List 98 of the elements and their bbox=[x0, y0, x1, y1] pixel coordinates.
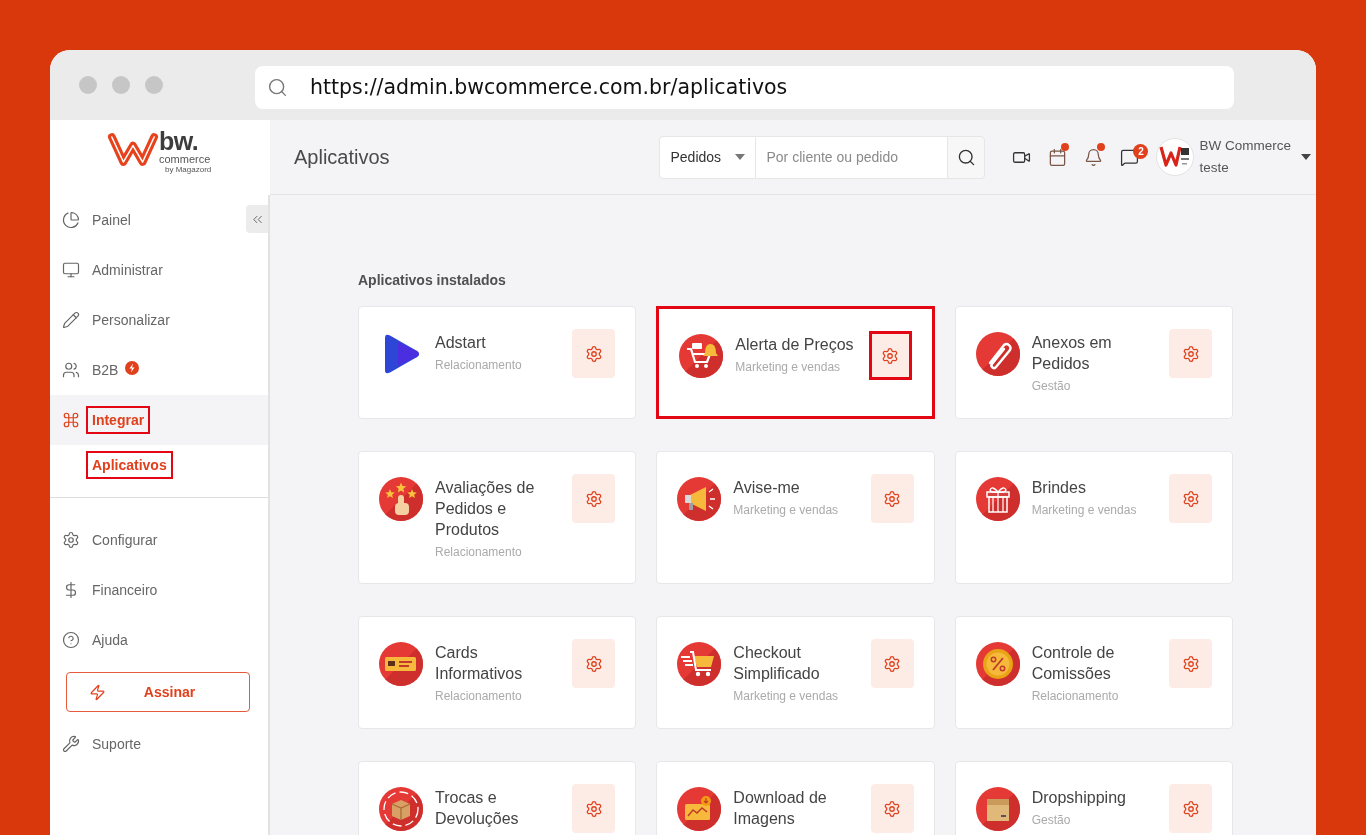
lightning-icon bbox=[89, 683, 106, 701]
paperclip-icon bbox=[975, 332, 1020, 376]
monitor-icon bbox=[62, 261, 80, 279]
settings-icon bbox=[1181, 344, 1200, 363]
user-menu-button[interactable]: BW Commerce teste bbox=[1156, 135, 1311, 179]
search-icon bbox=[957, 147, 976, 167]
sidebar-item[interactable]: Personalizar bbox=[50, 295, 268, 345]
app-category: Marketing e vendas bbox=[1031, 502, 1138, 519]
cart-icon bbox=[677, 642, 722, 686]
percent-coin-icon bbox=[975, 642, 1020, 686]
pie-chart-icon bbox=[62, 211, 80, 229]
app-category: Relacionamento bbox=[435, 544, 523, 561]
sidebar-item[interactable]: B2B bbox=[50, 345, 268, 395]
calendar-icon[interactable] bbox=[1048, 147, 1067, 167]
cart-bell-icon bbox=[679, 334, 724, 378]
settings-button[interactable] bbox=[870, 474, 914, 523]
sidebar-item[interactable]: Suporte bbox=[50, 719, 268, 769]
app-name: Dropshipping bbox=[1031, 788, 1127, 808]
app-name: Adstart bbox=[435, 333, 487, 353]
logo-byline: by Magazord bbox=[165, 165, 212, 175]
app-name: Avaliações de Pedidos e Produtos bbox=[435, 478, 536, 540]
settings-button[interactable] bbox=[572, 639, 616, 688]
settings-icon bbox=[881, 346, 900, 365]
settings-button[interactable] bbox=[1169, 329, 1212, 378]
card-icon bbox=[379, 642, 423, 686]
app-category: Relacionamento bbox=[1031, 688, 1120, 705]
box-icon bbox=[975, 787, 1020, 831]
users-icon bbox=[62, 361, 80, 379]
settings-icon bbox=[1181, 654, 1200, 673]
scope-select[interactable]: Pedidos bbox=[659, 135, 757, 179]
wrench-icon bbox=[62, 735, 80, 753]
settings-button[interactable] bbox=[572, 329, 616, 378]
section-title: Aplicativos instalados bbox=[358, 271, 507, 290]
app-name: Controle de Comissões bbox=[1031, 643, 1116, 684]
help-icon bbox=[62, 631, 80, 649]
settings-button[interactable] bbox=[572, 784, 616, 833]
gift-icon bbox=[975, 477, 1020, 521]
picture-icon bbox=[677, 787, 722, 831]
app-name: Brindes bbox=[1031, 478, 1087, 498]
settings-icon bbox=[883, 654, 902, 673]
sidebar-item[interactable]: Painel bbox=[50, 195, 244, 245]
collapse-button[interactable] bbox=[246, 205, 268, 233]
settings-icon bbox=[1181, 489, 1200, 508]
bell-icon[interactable] bbox=[1084, 147, 1103, 167]
app-category: Marketing e vendas bbox=[733, 688, 840, 705]
logo-avatar-icon bbox=[1156, 138, 1195, 176]
notification-badge: 2 bbox=[1133, 144, 1149, 159]
app-category: Marketing e vendas bbox=[735, 359, 842, 376]
caret-down-icon bbox=[735, 154, 746, 160]
app-name: Download de Imagens bbox=[733, 788, 828, 829]
sidebar-item[interactable]: Ajuda bbox=[50, 615, 268, 665]
app-category: Relacionamento bbox=[435, 688, 523, 705]
search-icon bbox=[267, 76, 288, 98]
megaphone-icon bbox=[677, 477, 722, 521]
subscribe-button[interactable]: Assinar bbox=[66, 672, 250, 712]
sidebar-item[interactable]: Administrar bbox=[50, 245, 268, 295]
settings-icon bbox=[1181, 799, 1200, 818]
sidebar-subitem[interactable]: Aplicativos bbox=[50, 445, 268, 485]
app-name: Trocas e Devoluções bbox=[435, 788, 520, 829]
settings-button[interactable] bbox=[1169, 784, 1212, 833]
settings-button[interactable] bbox=[572, 474, 616, 523]
settings-icon bbox=[584, 489, 603, 508]
app-name: Alerta de Preços bbox=[735, 335, 855, 355]
logo-icon bbox=[107, 131, 159, 168]
sidebar-item[interactable]: Financeiro bbox=[50, 565, 268, 615]
box-arrows-icon bbox=[379, 787, 423, 831]
search-field[interactable]: Por cliente ou pedido bbox=[756, 135, 948, 179]
app-name: Anexos em Pedidos bbox=[1031, 333, 1113, 374]
settings-icon bbox=[584, 799, 603, 818]
search-button[interactable] bbox=[947, 135, 986, 179]
logo-tagline: commerce bbox=[159, 153, 212, 165]
settings-icon bbox=[584, 344, 603, 363]
page-title: Aplicativos bbox=[294, 145, 390, 170]
stars-hand-icon bbox=[379, 477, 423, 521]
app-category: Marketing e vendas bbox=[733, 502, 840, 519]
app-name: Avise-me bbox=[733, 478, 801, 498]
settings-button[interactable] bbox=[1169, 639, 1212, 688]
address-bar[interactable]: https://admin.bwcommerce.com.br/aplicativos bbox=[255, 65, 1234, 109]
settings-button[interactable] bbox=[1169, 474, 1212, 523]
app-category: Relacionamento bbox=[435, 357, 523, 374]
logo-wordmark: bw. bbox=[159, 129, 200, 153]
sidebar-item[interactable]: Configurar bbox=[50, 515, 268, 565]
command-icon bbox=[62, 411, 80, 429]
settings-icon bbox=[883, 489, 902, 508]
settings-icon bbox=[883, 799, 902, 818]
app-category: Gestão bbox=[1031, 378, 1072, 395]
app-name: Cards Informativos bbox=[435, 643, 524, 684]
chat-icon[interactable] bbox=[1120, 147, 1139, 167]
app-category: Gestão bbox=[1031, 812, 1072, 829]
app-name: Checkout Simplificado bbox=[733, 643, 821, 684]
settings-button[interactable] bbox=[870, 639, 914, 688]
settings-button[interactable] bbox=[868, 331, 912, 380]
settings-button[interactable] bbox=[870, 784, 914, 833]
settings-icon bbox=[62, 531, 80, 549]
settings-icon bbox=[584, 654, 603, 673]
pencil-icon bbox=[62, 311, 80, 329]
sidebar-item[interactable]: Integrar bbox=[50, 395, 268, 445]
caret-down-icon bbox=[1301, 154, 1311, 160]
